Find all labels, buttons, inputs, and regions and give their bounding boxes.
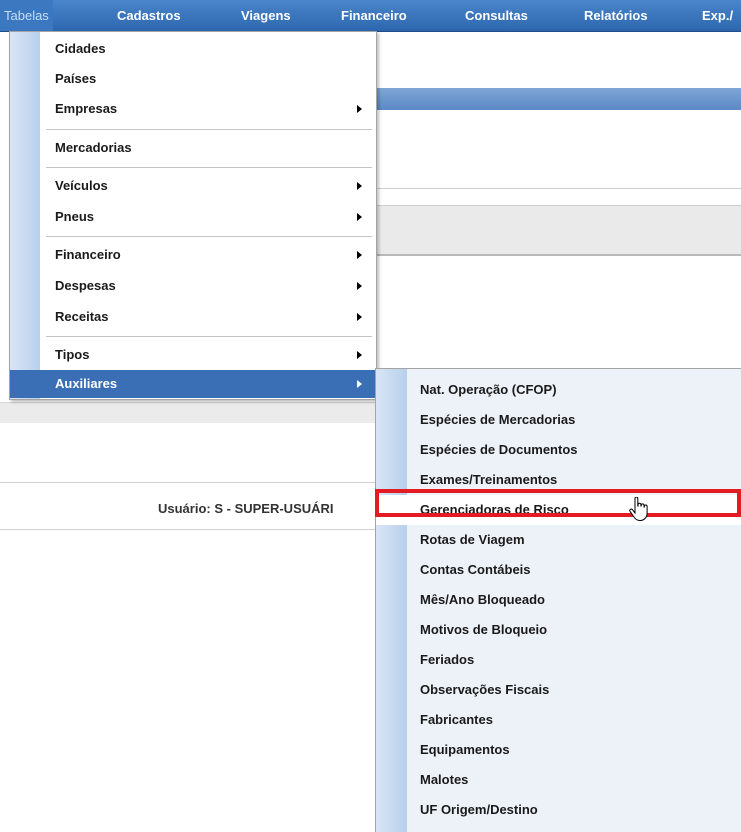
- submenu-item-label: Contas Contábeis: [420, 562, 531, 577]
- submenu-item-motivos[interactable]: Motivos de Bloqueio: [376, 615, 741, 645]
- submenu-item-label: Feriados: [420, 652, 475, 667]
- submenu-item-label: Espécies de Documentos: [420, 442, 578, 457]
- submenu-item-equipamentos[interactable]: Equipamentos: [376, 735, 741, 765]
- submenu-item-mes-ano[interactable]: Mês/Ano Bloqueado: [376, 585, 741, 615]
- submenu-item-label: Gerenciadoras de Risco: [420, 502, 569, 517]
- submenu-item-label: Fabricantes: [420, 712, 493, 727]
- submenu-item-label: Motivos de Bloqueio: [420, 622, 548, 637]
- page-header-bar: [375, 88, 741, 110]
- submenu-item-especies-documentos[interactable]: Espécies de Documentos: [376, 435, 741, 465]
- menu-exp[interactable]: Exp./: [702, 0, 733, 31]
- menu-separator: [46, 336, 372, 337]
- menu-consultas[interactable]: Consultas: [465, 0, 528, 31]
- menu-item-veiculos[interactable]: Veículos: [10, 172, 376, 200]
- submenu-item-uf-origem[interactable]: UF Origem/Destino: [376, 795, 741, 825]
- menu-item-label: Auxiliares: [55, 376, 118, 391]
- menubar: Tabelas Cadastros Viagens Financeiro Con…: [0, 0, 741, 32]
- menu-item-paises[interactable]: Países: [10, 65, 376, 93]
- submenu-item-label: Malotes: [420, 772, 469, 787]
- menu-item-label: Veículos: [55, 178, 108, 193]
- page-divider: [375, 188, 741, 189]
- submenu-item-label: UF Origem/Destino: [420, 802, 538, 817]
- submenu-arrow-icon: [357, 313, 362, 321]
- submenu-item-label: Observações Fiscais: [420, 682, 550, 697]
- page-strip: [0, 402, 375, 423]
- submenu-item-label: Mês/Ano Bloqueado: [420, 592, 545, 607]
- menu-item-mercadorias[interactable]: Mercadorias: [10, 134, 376, 162]
- menu-tabelas[interactable]: Tabelas: [0, 0, 53, 31]
- menu-item-receitas[interactable]: Receitas: [10, 303, 376, 331]
- menu-item-tipos[interactable]: Tipos: [10, 341, 376, 369]
- menu-item-financeiro[interactable]: Financeiro: [10, 241, 376, 269]
- page-divider-3: [0, 529, 375, 530]
- menu-item-label: Países: [55, 71, 97, 86]
- submenu-item-especies-mercadorias[interactable]: Espécies de Mercadorias: [376, 405, 741, 435]
- menu-relatorios[interactable]: Relatórios: [584, 0, 648, 31]
- submenu-item-label: Rotas de Viagem: [420, 532, 525, 547]
- menu-item-label: Cidades: [55, 41, 106, 56]
- menu-item-pneus[interactable]: Pneus: [10, 203, 376, 231]
- submenu-item-contas[interactable]: Contas Contábeis: [376, 555, 741, 585]
- submenu-arrow-icon: [357, 380, 362, 388]
- user-label: Usuário: S - SUPER-USUÁRI: [158, 501, 334, 516]
- menu-item-label: Tipos: [55, 347, 90, 362]
- menu-separator: [46, 236, 372, 237]
- menu-financeiro[interactable]: Financeiro: [341, 0, 407, 31]
- submenu-arrow-icon: [357, 282, 362, 290]
- menu-item-label: Pneus: [55, 209, 95, 224]
- submenu-item-label: Nat. Operação (CFOP): [420, 382, 557, 397]
- tabelas-dropdown: Cidades Países Empresas Mercadorias Veíc…: [9, 31, 377, 400]
- submenu-arrow-icon: [357, 105, 362, 113]
- menu-item-label: Despesas: [55, 278, 116, 293]
- menu-viagens[interactable]: Viagens: [241, 0, 291, 31]
- menu-item-despesas[interactable]: Despesas: [10, 272, 376, 300]
- submenu-item-feriados[interactable]: Feriados: [376, 645, 741, 675]
- submenu-item-observacoes[interactable]: Observações Fiscais: [376, 675, 741, 705]
- auxiliares-submenu: Nat. Operação (CFOP) Espécies de Mercado…: [375, 368, 741, 832]
- page-band: [375, 205, 741, 256]
- submenu-item-label: Exames/Treinamentos: [420, 472, 558, 487]
- menu-item-cidades[interactable]: Cidades: [10, 35, 376, 63]
- page-divider-2: [0, 482, 375, 483]
- submenu-item-exames[interactable]: Exames/Treinamentos: [376, 465, 741, 495]
- submenu-arrow-icon: [357, 351, 362, 359]
- submenu-arrow-icon: [357, 182, 362, 190]
- hand-cursor-icon: [629, 497, 648, 521]
- submenu-item-rotas[interactable]: Rotas de Viagem: [376, 525, 741, 555]
- submenu-item-gerenciadoras-risco[interactable]: Gerenciadoras de Risco: [376, 495, 741, 525]
- menu-item-label: Financeiro: [55, 247, 121, 262]
- menu-item-empresas[interactable]: Empresas: [10, 95, 376, 123]
- submenu-item-label: Equipamentos: [420, 742, 510, 757]
- submenu-item-fabricantes[interactable]: Fabricantes: [376, 705, 741, 735]
- submenu-item-cfop[interactable]: Nat. Operação (CFOP): [376, 375, 741, 405]
- menu-item-auxiliares[interactable]: Auxiliares: [10, 370, 376, 398]
- menu-separator: [46, 129, 372, 130]
- submenu-item-malotes[interactable]: Malotes: [376, 765, 741, 795]
- menu-item-label: Mercadorias: [55, 140, 132, 155]
- menu-separator: [46, 167, 372, 168]
- menu-item-label: Empresas: [55, 101, 118, 116]
- menu-cadastros[interactable]: Cadastros: [117, 0, 181, 31]
- submenu-arrow-icon: [357, 213, 362, 221]
- submenu-item-label: Espécies de Mercadorias: [420, 412, 576, 427]
- menu-item-label: Receitas: [55, 309, 109, 324]
- submenu-arrow-icon: [357, 251, 362, 259]
